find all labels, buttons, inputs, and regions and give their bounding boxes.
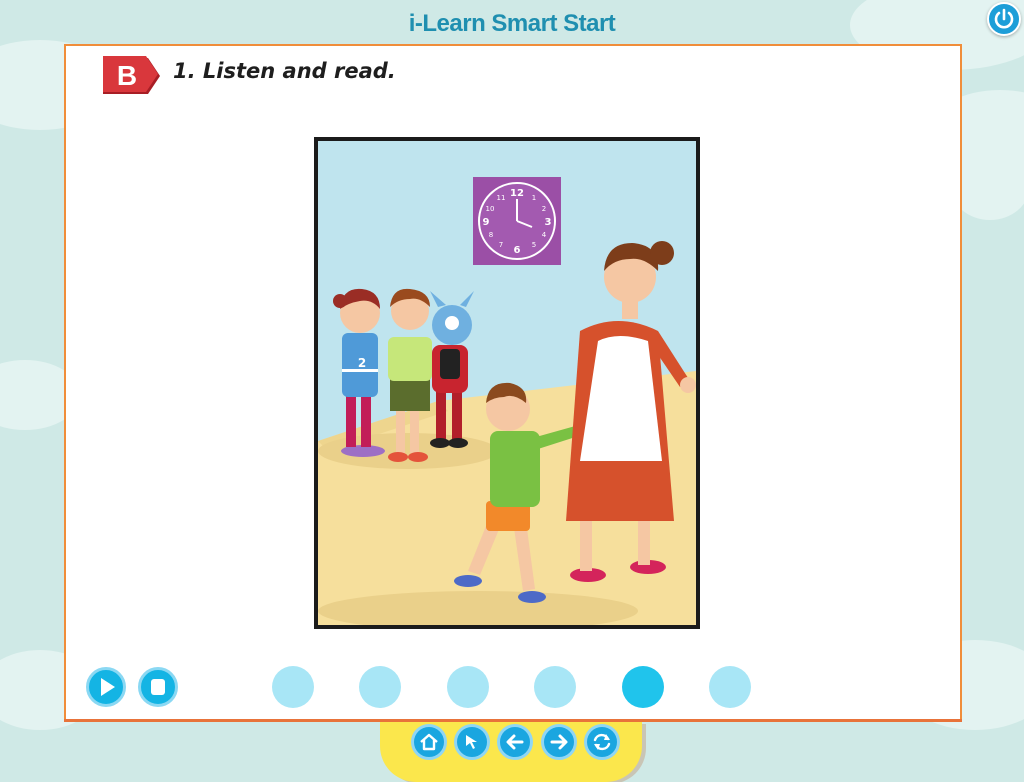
svg-text:6: 6 — [514, 245, 521, 256]
svg-text:12: 12 — [510, 188, 524, 199]
home-icon — [420, 733, 438, 751]
svg-text:3: 3 — [545, 217, 552, 228]
next-button[interactable] — [541, 724, 577, 760]
svg-text:1: 1 — [532, 194, 536, 202]
power-button[interactable] — [987, 2, 1021, 36]
cursor-icon — [466, 735, 477, 749]
arrow-left-icon — [506, 734, 524, 750]
svg-text:8: 8 — [489, 231, 493, 239]
play-button[interactable] — [86, 667, 126, 707]
stop-button[interactable] — [138, 667, 178, 707]
section-badge-letter: B — [117, 60, 137, 91]
section-badge: B — [100, 54, 162, 98]
back-button[interactable] — [497, 724, 533, 760]
story-illustration: 12 1 2 3 4 5 6 7 8 9 10 11 2 — [314, 137, 700, 629]
page-dot-4[interactable] — [534, 666, 576, 708]
instruction-text: 1. Listen and read. — [173, 59, 396, 83]
wall-clock: 12 1 2 3 4 5 6 7 8 9 10 11 — [473, 177, 561, 265]
arrow-right-icon — [550, 734, 568, 750]
svg-text:2: 2 — [542, 205, 546, 213]
page-dot-5[interactable] — [622, 666, 664, 708]
svg-text:4: 4 — [542, 231, 547, 239]
page-dot-6[interactable] — [709, 666, 751, 708]
svg-text:7: 7 — [499, 241, 503, 249]
svg-text:2: 2 — [358, 356, 366, 370]
page-dot-1[interactable] — [272, 666, 314, 708]
svg-text:5: 5 — [532, 241, 536, 249]
home-button[interactable] — [411, 724, 447, 760]
svg-text:11: 11 — [497, 194, 506, 202]
page-dot-3[interactable] — [447, 666, 489, 708]
power-icon — [994, 8, 1014, 29]
cursor-button[interactable] — [454, 724, 490, 760]
svg-text:9: 9 — [483, 217, 490, 228]
refresh-icon — [593, 733, 611, 751]
page-dot-2[interactable] — [359, 666, 401, 708]
play-icon — [101, 678, 115, 696]
app-title: i-Learn Smart Start — [408, 10, 616, 37]
refresh-button[interactable] — [584, 724, 620, 760]
stop-icon — [151, 679, 165, 695]
svg-text:10: 10 — [486, 205, 495, 213]
